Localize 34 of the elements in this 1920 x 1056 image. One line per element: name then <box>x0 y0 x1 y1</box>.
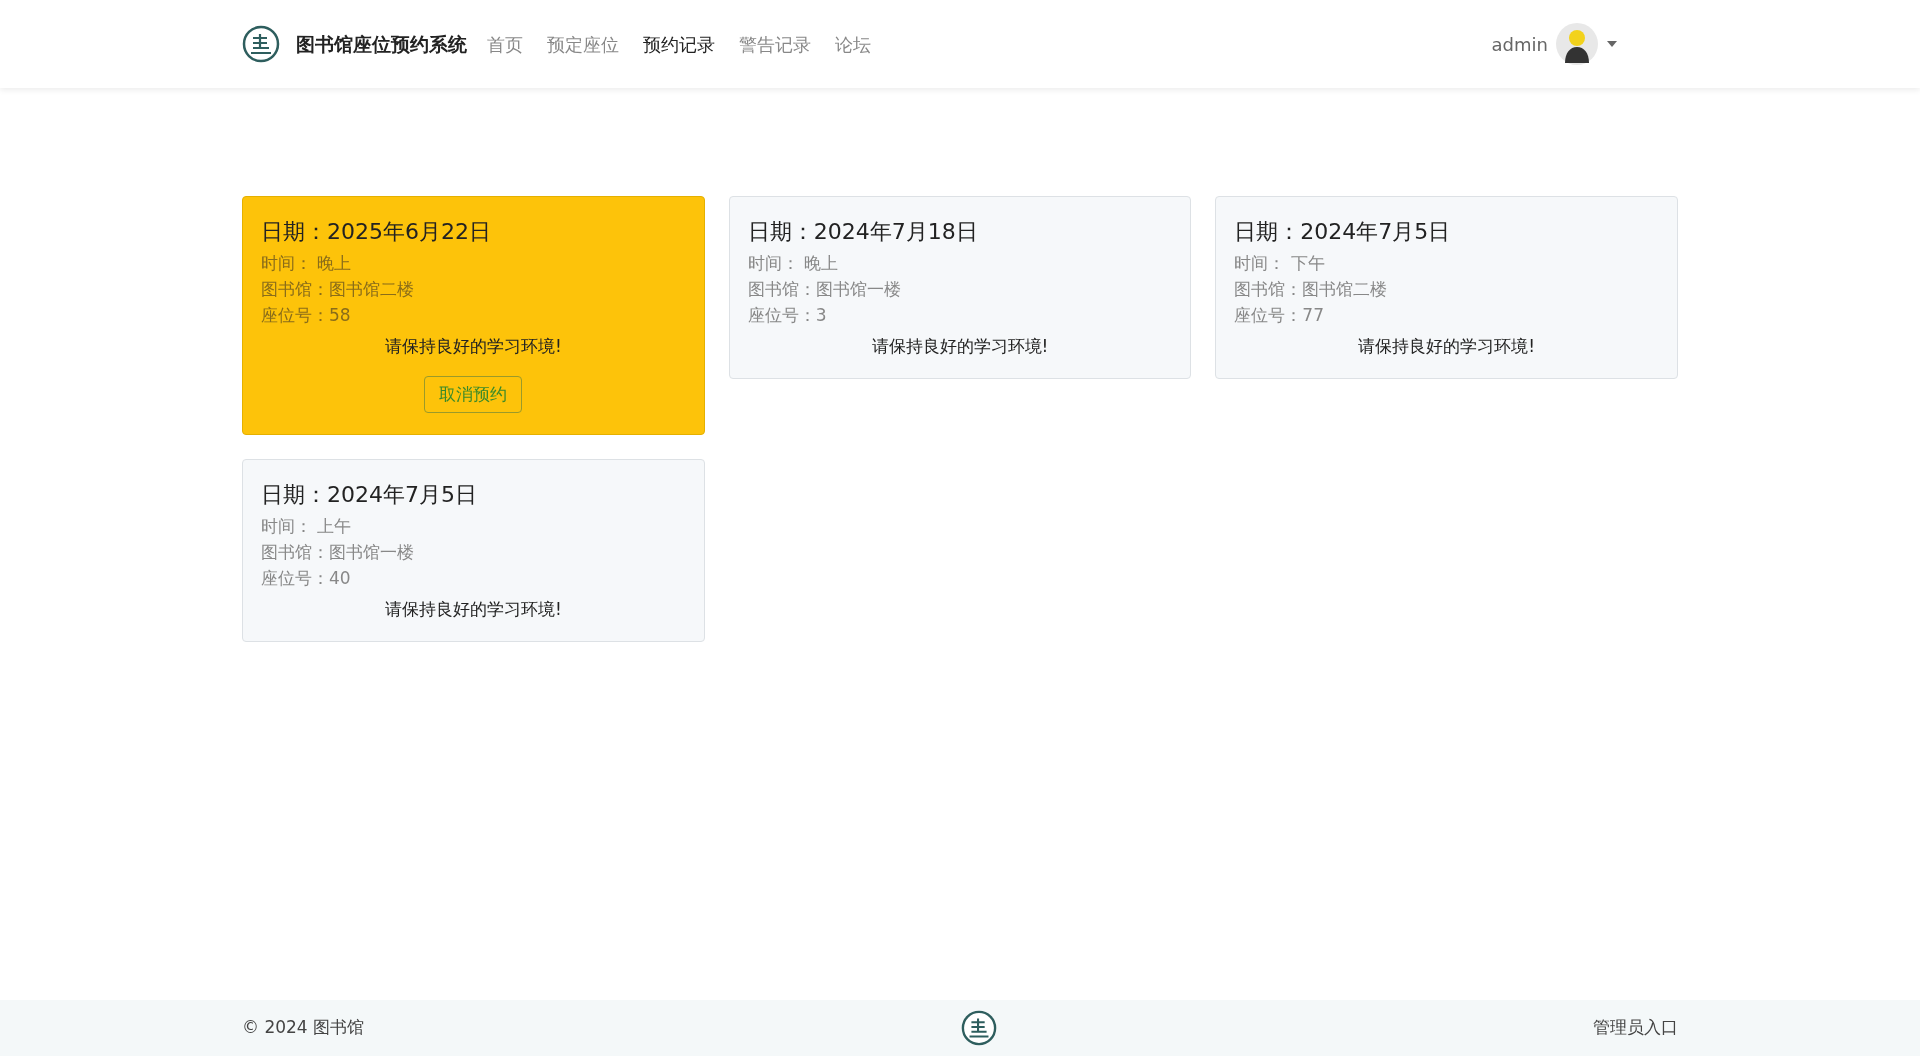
site-title: 图书馆座位预约系统 <box>296 31 467 57</box>
seat-number-text: 座位号：77 <box>1234 304 1325 327</box>
date-text: 日期：2024年7月18日 <box>747 218 979 246</box>
library-text: 图书馆：图书馆二楼 <box>1234 278 1389 301</box>
logo-icon <box>960 1010 997 1046</box>
caret-icon[interactable] <box>1606 40 1618 48</box>
date-text: 日期：2025年6月22日 <box>261 218 492 246</box>
library-text: 图书馆：图书馆二楼 <box>261 278 415 301</box>
admin-entry-link[interactable]: 管理员入口 <box>1593 1015 1678 1041</box>
notice-text: 请保持良好的学习环境! <box>383 598 563 621</box>
nav-link[interactable]: 警告记录 <box>727 30 823 58</box>
time-text: 时间： 晚上 <box>747 252 840 275</box>
logo-icon <box>242 25 280 63</box>
date-text: 日期：2024年7月5日 <box>261 481 478 509</box>
notice-text: 请保持良好的学习环境! <box>383 335 563 358</box>
time-text: 时间： 下午 <box>1234 252 1326 275</box>
seat-number-text: 座位号：40 <box>261 567 352 590</box>
nav-link[interactable]: 论坛 <box>823 30 883 58</box>
nav-link[interactable]: 首页 <box>475 30 535 58</box>
notice-text: 请保持良好的学习环境! <box>1357 335 1537 358</box>
cancel-reservation-button[interactable]: 取消预约 <box>424 375 523 413</box>
seat-number-text: 座位号：58 <box>261 304 352 327</box>
nav-link[interactable]: 预约记录 <box>631 30 727 58</box>
time-text: 时间： 晚上 <box>261 252 353 275</box>
date-text: 日期：2024年7月5日 <box>1234 218 1452 246</box>
nav-link[interactable]: 预定座位 <box>535 30 631 58</box>
seat-number-text: 座位号：3 <box>747 304 828 327</box>
time-text: 时间： 上午 <box>261 515 353 538</box>
copyright-text: © 2024 图书馆 <box>242 1016 365 1040</box>
avatar-icon[interactable] <box>1556 23 1598 65</box>
library-text: 图书馆：图书馆一楼 <box>261 541 415 564</box>
notice-text: 请保持良好的学习环境! <box>870 335 1050 358</box>
library-text: 图书馆：图书馆一楼 <box>747 278 902 301</box>
username: admin <box>1491 32 1548 57</box>
